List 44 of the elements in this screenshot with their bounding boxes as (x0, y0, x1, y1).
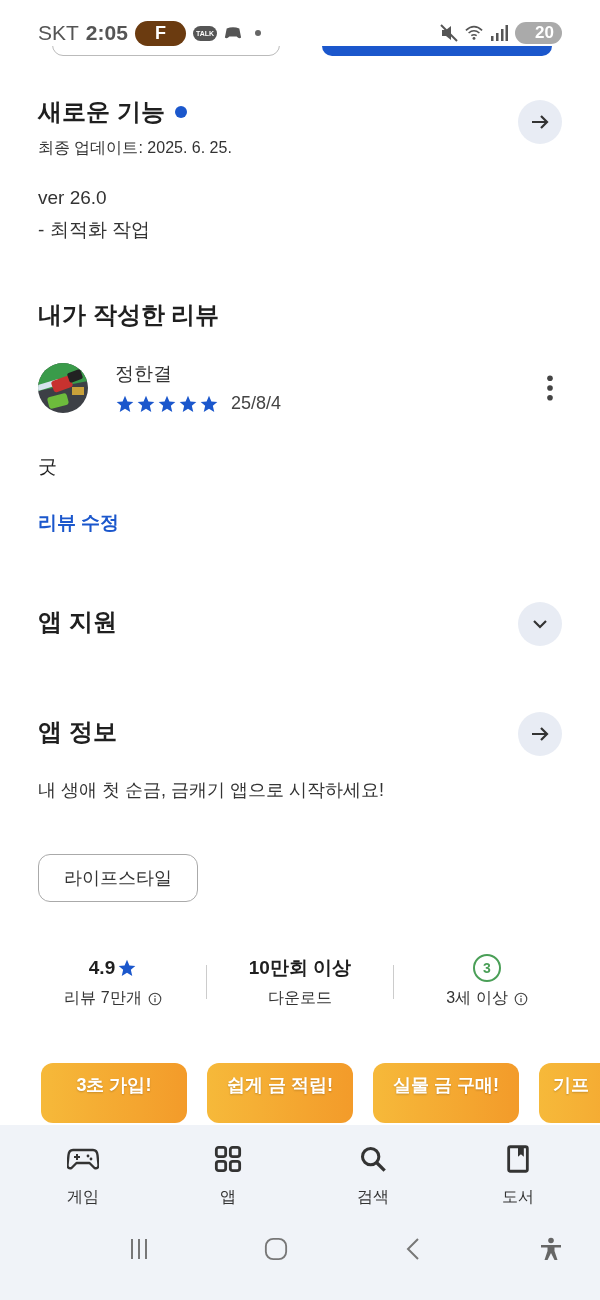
stat-label: 다운로드 (268, 988, 332, 1008)
more-icon[interactable] (546, 374, 554, 401)
section-title: 앱 지원 (38, 607, 117, 637)
new-dot-icon (174, 106, 187, 118)
info-icon[interactable] (513, 991, 528, 1006)
info-icon[interactable] (147, 991, 162, 1006)
battery-level: 20 (515, 22, 562, 44)
download-count: 10만회 이상 (248, 956, 352, 980)
dot-icon (255, 30, 262, 36)
banner-text: 실물 금 구매! (393, 1074, 499, 1097)
nav-tab[interactable]: 검색 (327, 1143, 418, 1210)
section-title: 내가 작성한 리뷰 (38, 300, 221, 330)
app-badge: F (134, 20, 186, 46)
stat-label: 리뷰 7만개 (64, 988, 142, 1008)
reviewer-name: 정한결 (115, 362, 173, 386)
banner-text: 쉽게 금 적립! (227, 1074, 333, 1097)
carrier-name: SKT (38, 21, 79, 45)
arrow-button[interactable] (518, 100, 562, 144)
arrow-button[interactable] (518, 712, 562, 756)
age-rating-badge: 3 (473, 954, 501, 982)
nav-tab[interactable]: 도서 (472, 1143, 563, 1210)
app-description: 내 생애 첫 순금, 금캐기 앱으로 시작하세요! (38, 779, 385, 802)
review-text: 굿 (38, 455, 58, 479)
rating-value: 4.9 (88, 957, 116, 979)
section-title: 앱 정보 (38, 717, 117, 747)
nav-tab[interactable]: 게임 (37, 1143, 128, 1210)
mute-icon (440, 24, 459, 42)
clock: 2:05 (85, 21, 128, 45)
update-date: 최종 업데이트: 2025. 6. 25. (38, 138, 232, 158)
stat-label: 3세 이상 (446, 988, 508, 1008)
release-notes: - 최적화 작업 (38, 218, 151, 242)
wifi-icon (465, 24, 484, 42)
home-icon[interactable] (264, 1236, 289, 1262)
review-date: 25/8/4 (231, 393, 282, 414)
nav-tab[interactable]: 앱 (182, 1143, 273, 1210)
star-icon (117, 958, 138, 978)
signal-icon (490, 24, 509, 42)
category-chip[interactable]: 라이프스타일 (38, 854, 198, 902)
version-text: ver 26.0 (38, 187, 108, 209)
accessibility-icon[interactable] (539, 1236, 564, 1262)
edit-review-link[interactable]: 리뷰 수정 (38, 510, 120, 536)
banner-text: 기프 (553, 1074, 589, 1097)
section-title: 새로운 기능 (38, 97, 165, 127)
banner-text: 3초 가입! (76, 1074, 152, 1097)
